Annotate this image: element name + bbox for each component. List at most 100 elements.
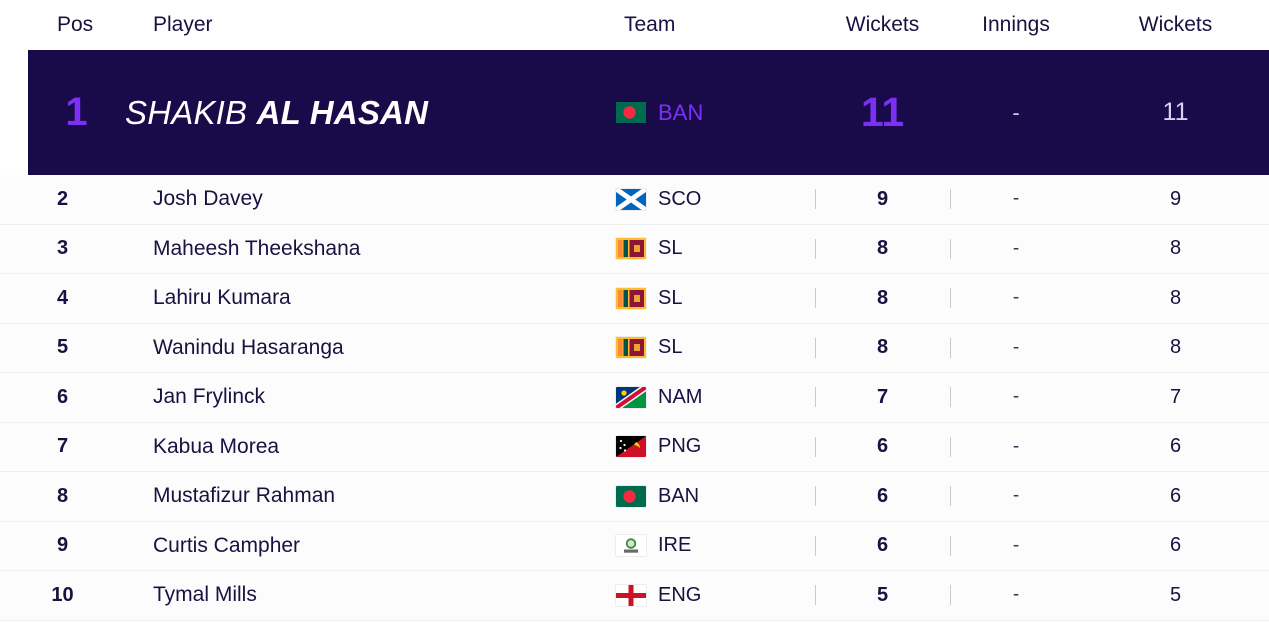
srilanka-flag-icon	[616, 287, 646, 309]
bowling-leaderboard: Pos Player Team Wickets Innings Wickets …	[0, 0, 1269, 622]
bangladesh-flag-icon	[616, 102, 646, 123]
featured-last-name: AL HASAN	[256, 93, 429, 131]
england-flag-icon	[616, 584, 646, 606]
row-team: SCO	[610, 188, 815, 211]
row-position: 3	[56, 237, 69, 260]
featured-team: BAN	[610, 100, 815, 126]
row-innings: -	[950, 337, 1082, 359]
row-player: Kabua Morea	[125, 435, 610, 459]
row-wickets-total: 7	[1169, 385, 1182, 408]
row-innings: -	[950, 188, 1082, 210]
row-player: Lahiru Kumara	[125, 286, 610, 310]
column-header-wickets[interactable]: Wickets	[815, 13, 950, 37]
row-innings: -	[950, 386, 1082, 408]
row-position: 6	[56, 385, 69, 408]
row-player-name: Wanindu Hasaranga	[153, 335, 344, 359]
row-position: 9	[56, 534, 69, 557]
table-row[interactable]: 10 Tymal Mills ENG 5-5	[0, 571, 1269, 621]
table-row[interactable]: 8 Mustafizur Rahman BAN 6-6	[0, 472, 1269, 522]
scotland-flag-icon	[616, 188, 646, 210]
row-player-name: Maheesh Theekshana	[153, 236, 361, 260]
row-player-name: Josh Davey	[153, 187, 263, 211]
row-team-code: BAN	[658, 484, 700, 507]
row-player-name: Tymal Mills	[153, 583, 257, 607]
row-team-code: ENG	[658, 583, 702, 606]
row-wickets: 6	[815, 485, 950, 508]
row-wickets-total: 8	[1169, 286, 1182, 309]
row-team: NAM	[610, 386, 815, 409]
column-header-pos[interactable]: Pos	[0, 13, 125, 37]
row-position: 7	[56, 435, 69, 458]
srilanka-flag-icon	[616, 238, 646, 260]
srilanka-flag-icon	[616, 337, 646, 359]
row-wickets-total: 9	[1169, 187, 1182, 210]
png-flag-icon	[616, 436, 646, 458]
row-player-name: Lahiru Kumara	[153, 286, 291, 310]
table-row[interactable]: 7 Kabua Morea PNG 6-6	[0, 422, 1269, 472]
row-position: 5	[56, 336, 69, 359]
featured-player-row[interactable]: 1 SHAKIB AL HASAN BAN 11 - 11	[28, 50, 1269, 175]
row-wickets-total: 6	[1169, 435, 1182, 458]
row-wickets-total: 5	[1169, 583, 1182, 606]
column-header-wickets-total[interactable]: Wickets	[1082, 13, 1269, 37]
row-innings: -	[950, 584, 1082, 606]
row-wickets: 8	[815, 237, 950, 260]
row-team-code: SL	[658, 336, 683, 359]
row-team: BAN	[610, 485, 815, 508]
row-player: Mustafizur Rahman	[125, 484, 610, 508]
row-player: Tymal Mills	[125, 583, 610, 607]
row-player: Curtis Campher	[125, 534, 610, 558]
row-player: Maheesh Theekshana	[125, 237, 610, 261]
row-player: Jan Frylinck	[125, 385, 610, 409]
row-player: Wanindu Hasaranga	[125, 336, 610, 360]
column-header-player[interactable]: Player	[125, 13, 610, 37]
featured-wickets: 11	[860, 89, 905, 135]
column-header-team[interactable]: Team	[610, 13, 815, 37]
ireland-crest-icon	[616, 535, 646, 557]
table-row[interactable]: 2 Josh Davey SCO 9-9	[0, 175, 1269, 225]
row-position: 4	[56, 286, 69, 309]
row-team-code: SL	[658, 286, 683, 309]
column-header-innings[interactable]: Innings	[950, 13, 1082, 37]
row-wickets: 5	[815, 584, 950, 607]
row-wickets: 9	[815, 188, 950, 211]
featured-first-name: SHAKIB	[125, 93, 248, 131]
row-wickets: 8	[815, 336, 950, 359]
row-innings: -	[950, 287, 1082, 309]
row-player-name: Jan Frylinck	[153, 385, 266, 409]
row-innings: -	[950, 485, 1082, 507]
row-player: Josh Davey	[125, 187, 610, 211]
row-team: PNG	[610, 435, 815, 458]
table-row[interactable]: 6 Jan Frylinck NAM 7-7	[0, 373, 1269, 423]
bangladesh-flag-icon	[616, 485, 646, 507]
row-team: SL	[610, 336, 815, 359]
row-player-name: Mustafizur Rahman	[153, 484, 336, 508]
row-innings: -	[950, 535, 1082, 557]
featured-team-code: BAN	[658, 99, 704, 125]
row-team: SL	[610, 287, 815, 310]
row-position: 2	[56, 187, 69, 210]
row-team-code: SCO	[658, 187, 702, 210]
row-innings: -	[950, 238, 1082, 260]
namibia-flag-icon	[616, 386, 646, 408]
table-row[interactable]: 3 Maheesh Theekshana SL 8-8	[0, 224, 1269, 274]
row-position: 10	[51, 583, 74, 606]
row-team: SL	[610, 237, 815, 260]
table-row[interactable]: 4 Lahiru Kumara SL 8-8	[0, 274, 1269, 324]
row-wickets-total: 6	[1169, 534, 1182, 557]
featured-innings: -	[1012, 99, 1020, 125]
row-wickets: 8	[815, 287, 950, 310]
row-team-code: PNG	[658, 435, 702, 458]
table-row[interactable]: 5 Wanindu Hasaranga SL 8-8	[0, 323, 1269, 373]
row-wickets: 6	[815, 534, 950, 557]
row-wickets-total: 8	[1169, 336, 1182, 359]
table-body: 2 Josh Davey SCO 9-9 3 Maheesh Theekshana SL 8-…	[0, 175, 1269, 621]
row-innings: -	[950, 436, 1082, 458]
featured-wickets-total: 11	[1162, 98, 1189, 126]
row-team-code: IRE	[658, 534, 692, 557]
row-team-code: SL	[658, 237, 683, 260]
featured-position: 1	[65, 90, 88, 134]
table-row[interactable]: 9 Curtis Campher IRE 6-6	[0, 521, 1269, 571]
row-wickets: 7	[815, 386, 950, 409]
row-player-name: Kabua Morea	[153, 434, 280, 458]
